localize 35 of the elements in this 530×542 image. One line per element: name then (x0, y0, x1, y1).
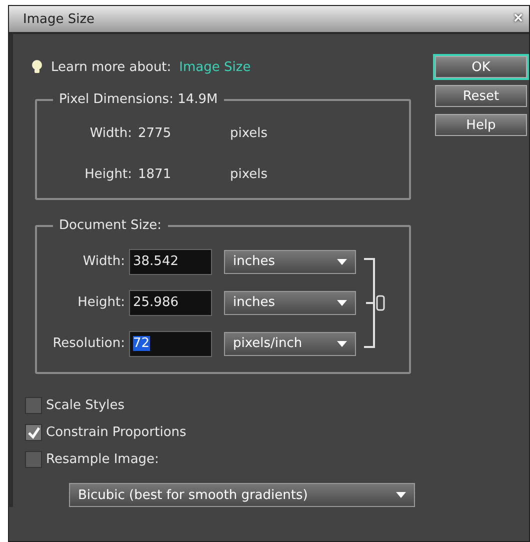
checkbox-label: Resample Image: (46, 452, 159, 467)
unit-dropdown[interactable]: inches (224, 290, 356, 314)
unit-label: pixels (230, 167, 268, 182)
input-field[interactable]: 72 (129, 330, 212, 356)
resample-dropdown[interactable]: Bicubic (best for smooth gradients) (69, 483, 415, 507)
unit-label: pixels (230, 126, 268, 141)
field-label: Resolution: (52, 336, 126, 351)
field-label: Width: (88, 126, 132, 141)
checkbox[interactable] (25, 424, 42, 441)
lightbulb-icon (31, 59, 43, 75)
pixel-value: 1871 (137, 167, 172, 182)
window-title: Image Size (23, 12, 95, 26)
caret-icon (337, 340, 347, 346)
caret-icon (337, 300, 347, 306)
checkbox-label: Constrain Proportions (46, 425, 186, 440)
unit-dropdown[interactable]: inches (224, 250, 356, 274)
input-field[interactable]: 38.542 (129, 248, 212, 274)
unit-dropdown[interactable]: pixels/inch (224, 332, 356, 356)
pixel-value: 2775 (137, 126, 172, 141)
group-title: Pixel Dimensions: 14.9M (58, 92, 219, 107)
dialog-button[interactable]: Reset (435, 85, 527, 107)
group-title: Document Size: (58, 218, 163, 233)
help-link[interactable]: Image Size (179, 60, 251, 74)
field-label: Height: (84, 167, 132, 182)
field-label: Height: (76, 295, 126, 310)
dialog-button[interactable]: Help (435, 114, 527, 136)
checkbox[interactable] (25, 397, 42, 414)
checkbox[interactable] (25, 451, 42, 468)
learn-more-label: Learn more about: (51, 60, 172, 74)
dialog-button[interactable]: OK (435, 56, 527, 78)
field-label: Width: (82, 254, 126, 269)
checkbox-label: Scale Styles (46, 398, 125, 413)
input-field[interactable]: 25.986 (129, 290, 212, 316)
caret-icon (396, 492, 406, 498)
caret-icon (337, 258, 347, 264)
